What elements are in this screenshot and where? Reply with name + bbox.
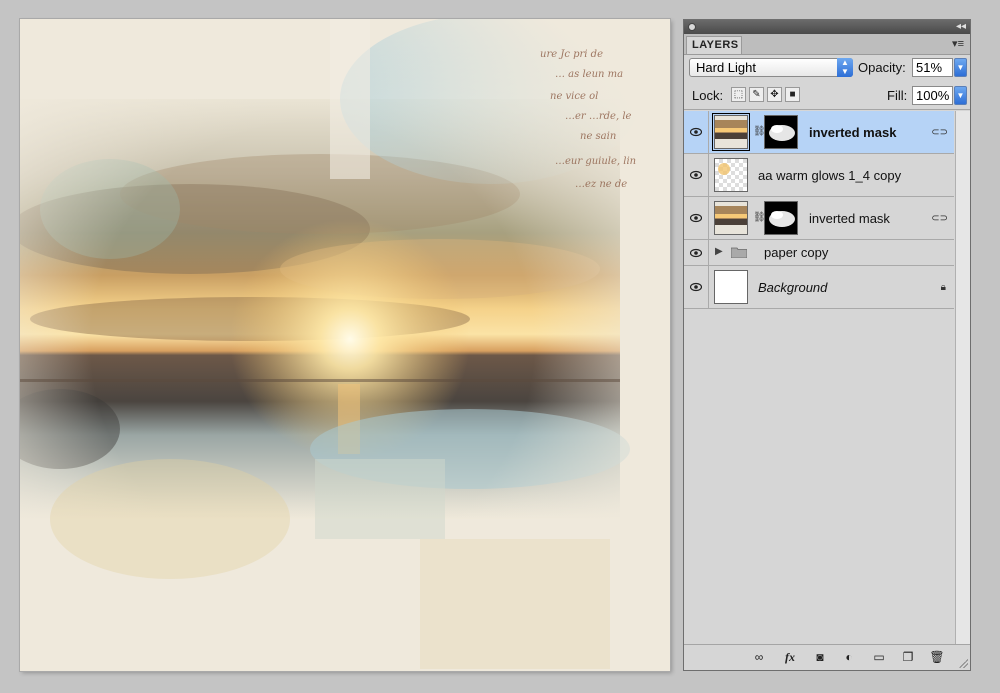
- lock-all-icon[interactable]: ■: [785, 87, 800, 102]
- new-layer-icon[interactable]: ❐: [900, 650, 916, 664]
- folder-icon: [731, 247, 747, 258]
- handwriting-line: … as leun ma: [555, 69, 623, 80]
- panel-bottom-toolbar: ∞ fx ◙ ◐ ▭ ❐ 🗑︎: [684, 644, 970, 670]
- layer-thumbnail[interactable]: [712, 113, 750, 151]
- eye-icon[interactable]: [690, 213, 702, 223]
- handwriting-line: …eur guiule, lin: [555, 156, 636, 167]
- layer-name[interactable]: paper copy: [764, 245, 828, 260]
- layer-row[interactable]: ⛓ inverted mask ⊂⊃: [684, 197, 954, 240]
- layer-name[interactable]: inverted mask: [809, 125, 896, 140]
- eye-icon[interactable]: [690, 170, 702, 180]
- collapse-icon[interactable]: ◂◂: [956, 20, 966, 34]
- eye-icon[interactable]: [690, 282, 702, 292]
- trash-icon[interactable]: 🗑︎: [929, 650, 945, 664]
- fx-icon[interactable]: fx: [782, 650, 798, 664]
- handwriting-line: ure Jc pri de: [540, 49, 603, 60]
- link-layers-icon[interactable]: ∞: [751, 650, 767, 664]
- panel-tabbar: LAYERS ▾≡: [684, 34, 970, 55]
- eye-icon[interactable]: [690, 127, 702, 137]
- opacity-dropdown-icon[interactable]: ▼: [954, 58, 967, 77]
- lock-position-icon[interactable]: ✥: [767, 87, 782, 102]
- layer-name[interactable]: inverted mask: [809, 211, 890, 226]
- opacity-label: Opacity:: [858, 60, 906, 75]
- adjustment-icon[interactable]: ◐: [841, 650, 857, 664]
- resize-grip[interactable]: [958, 658, 968, 668]
- lock-label: Lock:: [692, 88, 724, 103]
- layer-mask-thumbnail[interactable]: [764, 201, 798, 235]
- handwriting-line: …er …rde, le: [565, 111, 632, 122]
- fill-label: Fill:: [887, 88, 908, 103]
- layer-name[interactable]: Background: [758, 280, 827, 295]
- lock-pixels-icon[interactable]: ✎: [749, 87, 764, 102]
- layer-name[interactable]: aa warm glows 1_4 copy: [758, 168, 901, 183]
- layers-scrollbar[interactable]: [955, 111, 970, 644]
- layer-thumbnail[interactable]: [714, 270, 748, 304]
- chain-link-icon: ⊂⊃: [931, 213, 948, 224]
- layer-row[interactable]: aa warm glows 1_4 copy: [684, 154, 954, 197]
- lock-transparent-icon[interactable]: ⬚: [731, 87, 746, 102]
- panel-menu-icon[interactable]: ▾≡: [952, 37, 964, 50]
- new-group-icon[interactable]: ▭: [871, 650, 887, 664]
- handwriting-line: ne vice ol: [550, 91, 598, 102]
- layer-list: ⛓ inverted mask ⊂⊃ aa warm glows 1_4 cop…: [684, 111, 954, 309]
- layer-group-row[interactable]: ▶ paper copy: [684, 240, 954, 266]
- expand-triangle-icon[interactable]: ▶: [715, 246, 723, 257]
- chain-link-icon: ⊂⊃: [931, 127, 948, 138]
- blend-mode-value: Hard Light: [696, 60, 756, 75]
- tab-layers[interactable]: LAYERS: [686, 36, 742, 54]
- close-icon[interactable]: [688, 23, 696, 31]
- layers-panel: ◂◂ LAYERS ▾≡ Hard Light ▲ ▼ Opacity: 51% …: [683, 19, 971, 671]
- artwork-image: ure Jc pri de … as leun ma ne vice ol …e…: [20, 19, 670, 671]
- fill-field[interactable]: 100%: [912, 86, 953, 105]
- layer-mask-thumbnail[interactable]: [764, 115, 798, 149]
- eye-icon[interactable]: [690, 248, 702, 258]
- fill-dropdown-icon[interactable]: ▼: [954, 86, 967, 105]
- chevron-updown-icon: ▲ ▼: [837, 58, 853, 77]
- layer-thumbnail[interactable]: [714, 201, 748, 235]
- panel-titlebar[interactable]: ◂◂: [684, 20, 970, 34]
- document-canvas[interactable]: ure Jc pri de … as leun ma ne vice ol …e…: [20, 19, 670, 671]
- lock-icon: 🔒︎: [940, 282, 946, 293]
- layer-thumbnail[interactable]: [714, 158, 748, 192]
- layer-row[interactable]: ⛓ inverted mask ⊂⊃: [684, 111, 954, 154]
- layer-row[interactable]: Background 🔒︎: [684, 266, 954, 309]
- handwriting-line: ne sain: [580, 131, 616, 142]
- handwriting-line: …ez ne de: [575, 179, 627, 190]
- mask-icon[interactable]: ◙: [812, 650, 828, 664]
- opacity-field[interactable]: 51%: [912, 58, 953, 77]
- blend-mode-select[interactable]: Hard Light ▲ ▼: [689, 58, 853, 77]
